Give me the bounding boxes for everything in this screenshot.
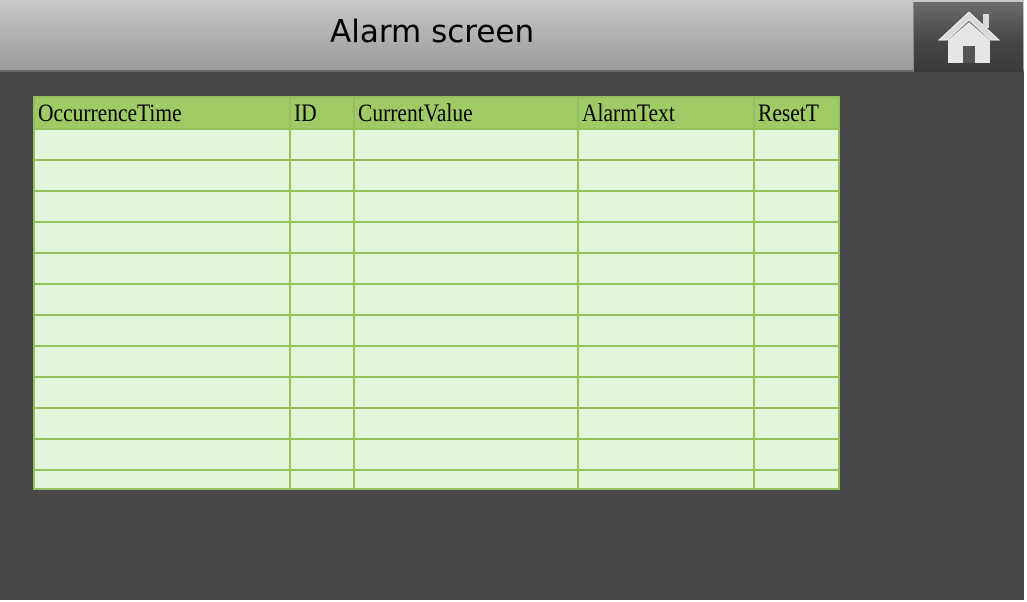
table-row[interactable]	[35, 314, 838, 346]
table-cell	[290, 221, 355, 253]
table-cell	[754, 128, 838, 160]
table-cell	[290, 159, 355, 191]
table-row[interactable]	[35, 252, 838, 284]
table-cell	[578, 283, 755, 315]
table-cell	[354, 252, 579, 284]
table-cell	[754, 221, 838, 253]
table-cell	[354, 221, 579, 253]
column-header-alarm-text[interactable]: AlarmText	[578, 98, 755, 129]
table-cell	[35, 407, 291, 439]
table-cell	[354, 190, 579, 222]
alarm-table[interactable]: OccurrenceTime ID CurrentValue AlarmText…	[33, 96, 840, 490]
table-cell	[354, 159, 579, 191]
table-cell	[290, 407, 355, 439]
column-header-occurrence-time[interactable]: OccurrenceTime	[35, 98, 291, 129]
table-cell	[578, 407, 755, 439]
table-cell	[354, 128, 579, 160]
table-cell	[754, 407, 838, 439]
table-cell	[35, 314, 291, 346]
table-cell	[578, 469, 755, 488]
table-cell	[35, 376, 291, 408]
table-cell	[35, 469, 291, 488]
table-cell	[290, 252, 355, 284]
column-header-id[interactable]: ID	[290, 98, 355, 129]
table-cell	[578, 221, 755, 253]
table-cell	[754, 190, 838, 222]
table-header-row: OccurrenceTime ID CurrentValue AlarmText…	[35, 98, 838, 129]
home-button[interactable]	[913, 2, 1023, 72]
table-cell	[35, 252, 291, 284]
table-cell	[35, 438, 291, 470]
table-cell	[290, 283, 355, 315]
table-cell	[754, 283, 838, 315]
table-cell	[754, 314, 838, 346]
table-cell	[578, 128, 755, 160]
table-cell	[354, 438, 579, 470]
header-bar: Alarm screen	[0, 0, 1024, 72]
table-cell	[354, 283, 579, 315]
home-icon	[937, 11, 1001, 63]
table-cell	[754, 252, 838, 284]
table-cell	[578, 438, 755, 470]
table-cell	[354, 376, 579, 408]
table-cell	[290, 128, 355, 160]
table-cell	[35, 283, 291, 315]
table-cell	[290, 376, 355, 408]
table-cell	[754, 438, 838, 470]
table-cell	[578, 376, 755, 408]
table-row[interactable]	[35, 376, 838, 408]
table-row[interactable]	[35, 128, 838, 160]
table-cell	[578, 314, 755, 346]
column-header-current-value[interactable]: CurrentValue	[354, 98, 579, 129]
table-cell	[354, 345, 579, 377]
table-cell	[290, 190, 355, 222]
table-cell	[754, 159, 838, 191]
table-cell	[354, 407, 579, 439]
table-cell	[354, 469, 579, 488]
table-row[interactable]	[35, 469, 838, 488]
table-row[interactable]	[35, 159, 838, 191]
column-header-reset-time[interactable]: ResetT	[754, 98, 838, 129]
hmi-screen: Alarm screen OccurrenceTime ID CurrentVa…	[0, 0, 1024, 600]
table-cell	[35, 128, 291, 160]
table-cell	[290, 314, 355, 346]
table-cell	[354, 314, 579, 346]
table-cell	[754, 345, 838, 377]
table-cell	[578, 252, 755, 284]
table-row[interactable]	[35, 407, 838, 439]
table-row[interactable]	[35, 283, 838, 315]
alarm-table-grid: OccurrenceTime ID CurrentValue AlarmText…	[35, 98, 838, 488]
table-cell	[290, 438, 355, 470]
table-row[interactable]	[35, 190, 838, 222]
table-row[interactable]	[35, 438, 838, 470]
table-cell	[578, 159, 755, 191]
table-cell	[35, 345, 291, 377]
table-cell	[290, 469, 355, 488]
table-cell	[35, 190, 291, 222]
table-cell	[35, 159, 291, 191]
table-cell	[754, 469, 838, 488]
table-row[interactable]	[35, 345, 838, 377]
table-cell	[578, 345, 755, 377]
page-title: Alarm screen	[330, 14, 535, 50]
table-cell	[290, 345, 355, 377]
table-cell	[578, 190, 755, 222]
table-cell	[754, 376, 838, 408]
table-row[interactable]	[35, 221, 838, 253]
table-cell	[35, 221, 291, 253]
